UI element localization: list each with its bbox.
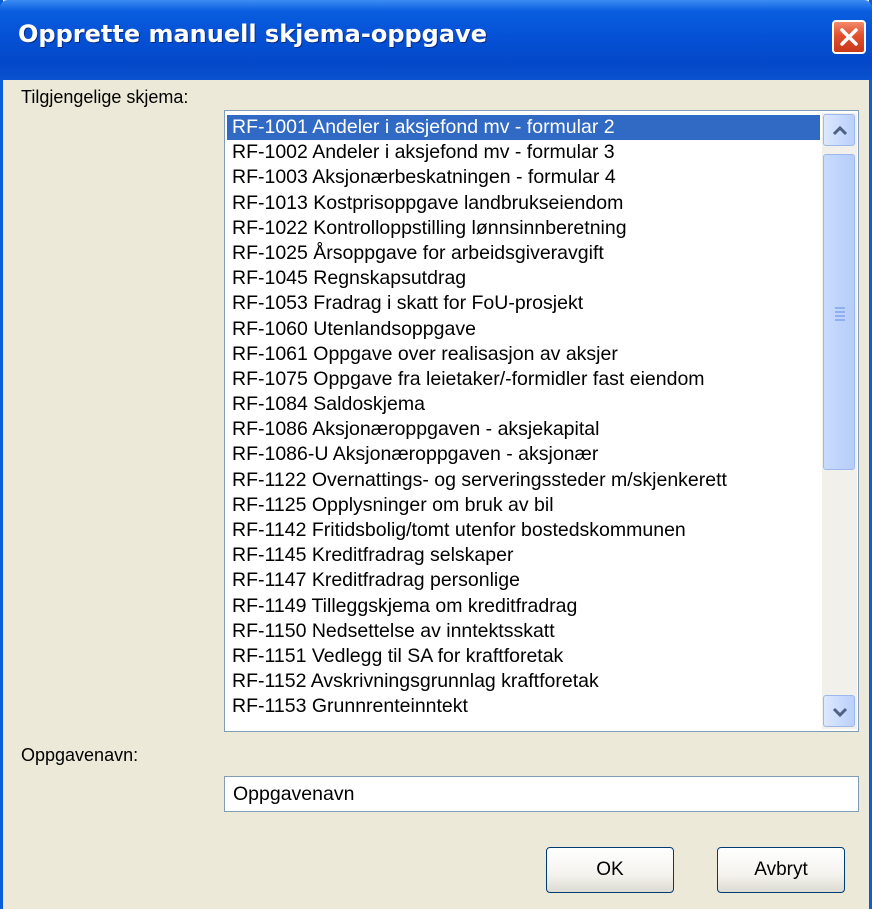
list-item[interactable]: RF-1003 Aksjonærbeskatningen - formular … — [227, 165, 820, 190]
list-item[interactable]: RF-1086-U Aksjonæroppgaven - aksjonær — [227, 442, 820, 467]
scroll-down-button[interactable] — [823, 695, 855, 727]
forms-list[interactable]: RF-1001 Andeler i aksjefond mv - formula… — [227, 115, 820, 729]
close-icon — [840, 28, 858, 46]
chevron-up-icon — [832, 125, 848, 136]
list-item[interactable]: RF-1147 Kreditfradrag personlige — [227, 568, 820, 593]
vertical-scrollbar[interactable] — [822, 113, 857, 729]
list-item[interactable]: RF-1025 Årsoppgave for arbeidsgiveravgif… — [227, 241, 820, 266]
task-name-label: Oppgavenavn: — [21, 745, 139, 765]
list-item[interactable]: RF-1001 Andeler i aksjefond mv - formula… — [227, 115, 820, 141]
list-item[interactable]: RF-1013 Kostprisoppgave landbrukseiendom — [227, 191, 820, 216]
list-item[interactable]: RF-1145 Kreditfradrag selskaper — [227, 543, 820, 568]
list-item[interactable]: RF-1022 Kontrolloppstilling lønnsinnbere… — [227, 216, 820, 241]
list-item[interactable]: RF-1152 Avskrivningsgrunnlag kraftforeta… — [227, 669, 820, 694]
dialog-window: Opprette manuell skjema-oppgave Tilgjeng… — [0, 0, 872, 909]
close-button[interactable] — [832, 20, 866, 54]
list-item[interactable]: RF-1149 Tilleggskjema om kreditfradrag — [227, 594, 820, 619]
forms-listbox[interactable]: RF-1001 Andeler i aksjefond mv - formula… — [224, 110, 859, 732]
title-bar[interactable]: Opprette manuell skjema-oppgave — [0, 0, 872, 80]
available-forms-label: Tilgjengelige skjema: — [21, 87, 189, 107]
ok-button[interactable]: OK — [546, 847, 674, 893]
list-item[interactable]: RF-1061 Oppgave over realisasjon av aksj… — [227, 342, 820, 367]
scrollbar-thumb[interactable] — [823, 154, 855, 470]
scroll-up-button[interactable] — [823, 114, 855, 146]
list-item[interactable]: RF-1053 Fradrag i skatt for FoU-prosjekt — [227, 291, 820, 316]
list-item[interactable]: RF-1045 Regnskapsutdrag — [227, 266, 820, 291]
task-name-field[interactable] — [224, 776, 859, 812]
list-item[interactable]: RF-1150 Nedsettelse av inntektsskatt — [227, 619, 820, 644]
list-item[interactable]: RF-1060 Utenlandsoppgave — [227, 317, 820, 342]
list-item[interactable]: RF-1075 Oppgave fra leietaker/-formidler… — [227, 367, 820, 392]
list-item[interactable]: RF-1151 Vedlegg til SA for kraftforetak — [227, 644, 820, 669]
window-title: Opprette manuell skjema-oppgave — [18, 20, 487, 48]
thumb-grip-line — [835, 319, 845, 321]
chevron-down-icon — [832, 707, 848, 718]
thumb-grip-line — [835, 307, 845, 309]
thumb-grip-line — [835, 315, 845, 317]
list-item[interactable]: RF-1002 Andeler i aksjefond mv - formula… — [227, 140, 820, 165]
list-item[interactable]: RF-1084 Saldoskjema — [227, 392, 820, 417]
list-item[interactable]: RF-1142 Fritidsbolig/tomt utenfor bosted… — [227, 518, 820, 543]
cancel-button[interactable]: Avbryt — [717, 847, 845, 893]
list-item[interactable]: RF-1153 Grunnrenteinntekt — [227, 694, 820, 719]
list-item[interactable]: RF-1125 Opplysninger om bruk av bil — [227, 493, 820, 518]
list-item[interactable]: RF-1122 Overnattings- og serveringsstede… — [227, 468, 820, 493]
list-item[interactable]: RF-1086 Aksjonæroppgaven - aksjekapital — [227, 417, 820, 442]
thumb-grip-line — [835, 311, 845, 313]
